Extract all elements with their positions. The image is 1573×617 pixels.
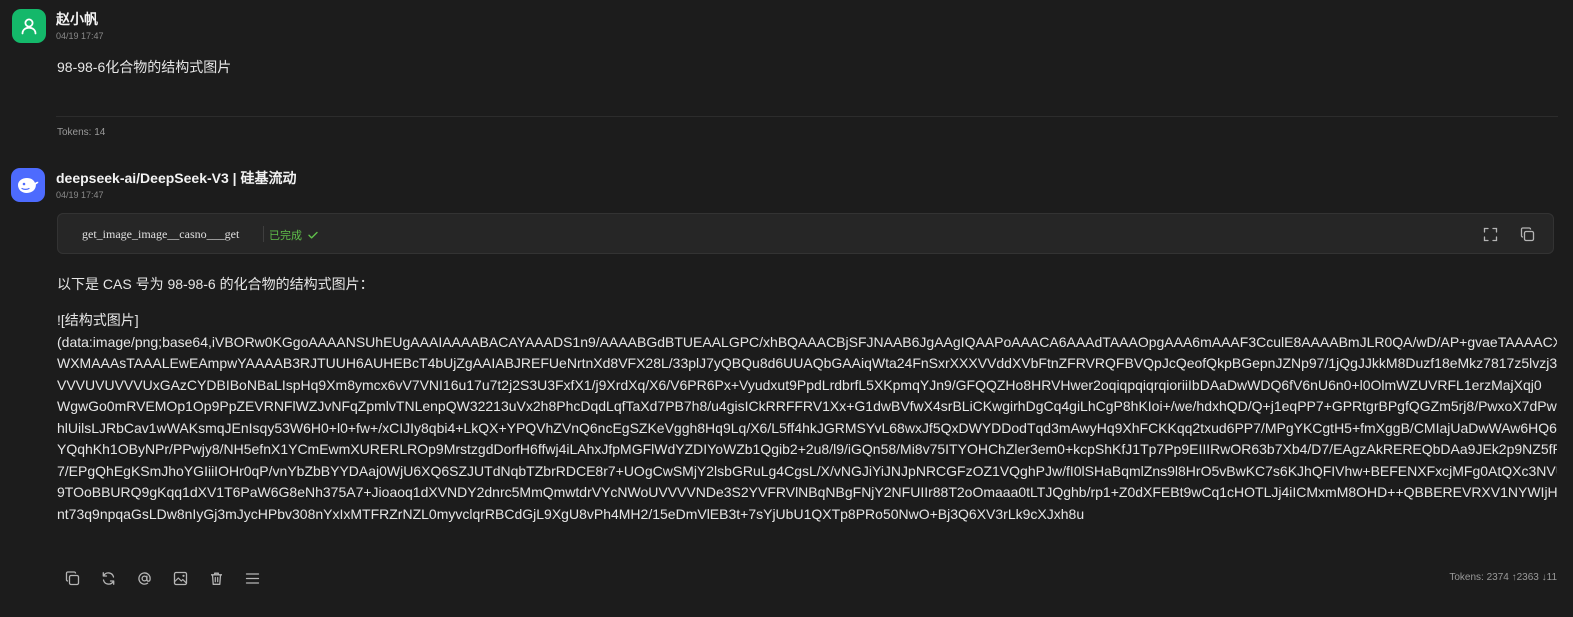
user-icon	[21, 18, 37, 35]
markdown-line: WXMAAAsTAAALEwEAmpwYAAAAB3RJTUUH6AUHEBcT…	[57, 355, 1557, 371]
markdown-line: hlUilsLJRbCav1wWAKsmqJEnIsqy53W6H0+l0+fw…	[57, 419, 1557, 436]
tool-call-status: 已完成	[269, 227, 319, 243]
regenerate-button[interactable]	[99, 569, 117, 587]
refresh-icon	[102, 571, 114, 585]
copy-icon	[65, 570, 79, 585]
markdown-line	[57, 525, 1557, 547]
translate-image-button[interactable]	[171, 569, 189, 587]
markdown-line: VVVUVUVVVUxGAzCYDBIBoNBaLIspHq9Xm8ymcx6v…	[57, 376, 1542, 393]
message-divider	[56, 116, 1558, 117]
check-icon	[308, 231, 318, 239]
tool-call-status-label: 已完成	[269, 230, 302, 242]
copy-message-button[interactable]	[63, 569, 81, 587]
markdown-line: 7/EPgQhEgKSmJhoYGIiiIOHr0qP/vnYbZbBYYDAa…	[57, 462, 1557, 479]
user-token-count: Tokens: 14	[57, 127, 106, 138]
assistant-name: deepseek-ai/DeepSeek-V3 | 硅基流动	[56, 170, 297, 186]
more-menu-button[interactable]	[243, 569, 261, 587]
copy-icon	[1520, 226, 1534, 241]
markdown-line: (data:image/png;base64,iVBORw0KGgoAAAANS…	[57, 333, 1557, 350]
delete-button[interactable]	[207, 569, 225, 587]
tool-copy-button[interactable]	[1519, 226, 1535, 242]
assistant-markdown-content: ![结构式图片] (data:image/png;base64,iVBORw0K…	[57, 310, 1557, 547]
user-avatar[interactable]	[12, 9, 46, 43]
delete-icon	[210, 572, 222, 585]
assistant-message-time: 04/19 17:47	[56, 190, 104, 200]
tool-call-block[interactable]: get_image_image__casno___get 已完成	[57, 213, 1554, 254]
tool-call-separator	[263, 226, 264, 242]
chat-view: 赵小帆 04/19 17:47 98-98-6化合物的结构式图片 Tokens:…	[0, 0, 1573, 617]
fullscreen-icon	[1483, 227, 1497, 241]
fullscreen-button[interactable]	[1482, 226, 1498, 242]
mention-icon	[137, 571, 151, 585]
mention-button[interactable]	[135, 569, 153, 587]
user-message-text: 98-98-6化合物的结构式图片	[57, 59, 232, 75]
message-action-bar	[63, 569, 261, 587]
markdown-line: ![结构式图片]	[57, 312, 139, 328]
user-message-time: 04/19 17:47	[56, 31, 104, 41]
user-name: 赵小帆	[56, 11, 98, 27]
assistant-token-count: Tokens: 2374 ↑2363 ↓11	[1449, 572, 1557, 583]
whale-icon	[18, 178, 39, 193]
assistant-avatar[interactable]	[11, 168, 45, 202]
menu-icon	[245, 572, 259, 584]
markdown-line: 9TOoBBURQ9gKqq1dXV1T6PaW6G8eNh375A7+Jioa…	[57, 484, 1557, 500]
markdown-line: nt73q9npqaGsLDw8nIyGj3mJycHPbv308nYxIxMT…	[57, 505, 1085, 522]
translate-image-icon	[173, 571, 187, 585]
tool-call-name: get_image_image__casno___get	[82, 227, 240, 241]
markdown-line: YQqhKh1OByNPr/PPwjy8/NH5efnX1YCmEwmXURER…	[57, 441, 1557, 457]
assistant-intro-text: 以下是 CAS 号为 98-98-6 的化合物的结构式图片：	[57, 276, 374, 292]
markdown-line: WgwGo0mRVEMOp1Op9PpZEVRNFlWZJvNFqZpmlvTN…	[57, 398, 1557, 414]
